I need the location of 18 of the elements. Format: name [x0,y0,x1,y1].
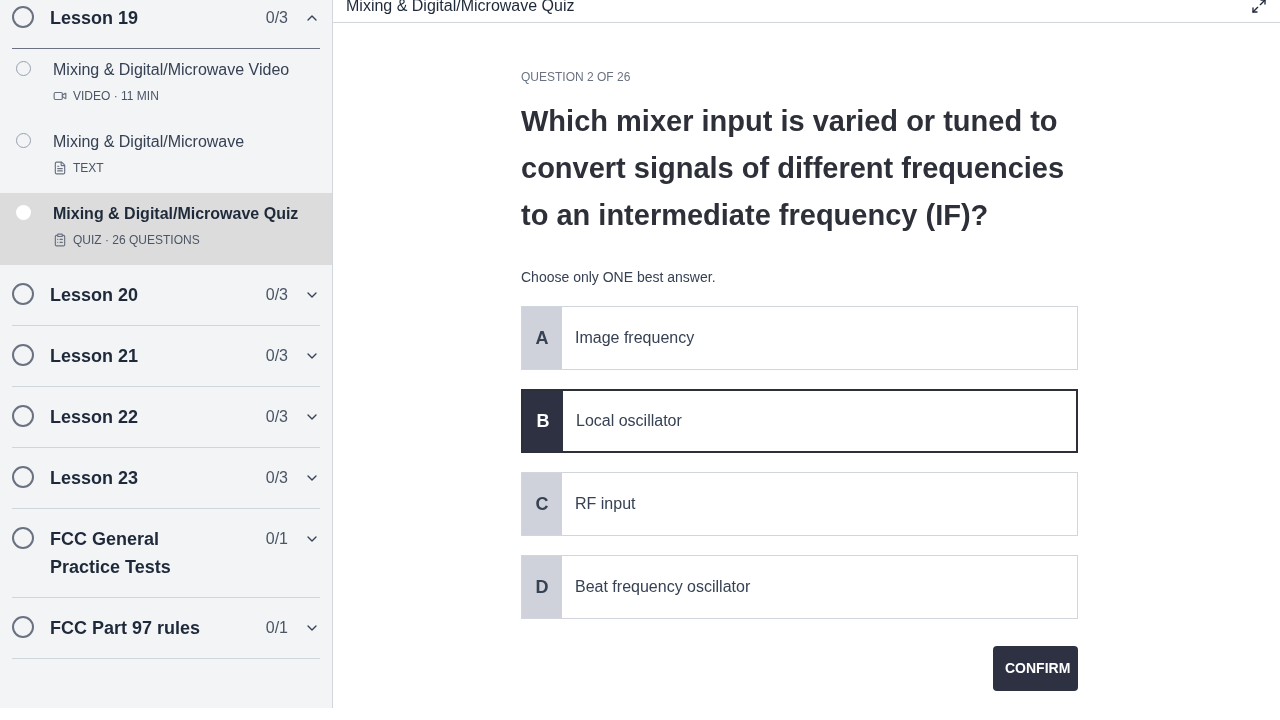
option-text: Image frequency [574,328,695,348]
item-meta: QUIZ · 26 QUESTIONS [73,232,200,249]
item-meta: VIDEO · 11 MIN [73,88,159,105]
question-text: Which mixer input is varied or tuned to convert signals of different frequencies to an intermediate frequency (IF)? [521,104,1066,233]
option-letter: A [522,307,562,369]
item-meta: TEXT [73,160,104,177]
question-counter: QUESTION 2 OF 26 [521,69,632,86]
option-text: Local oscillator [575,411,682,431]
instruction-text: Choose only ONE best answer. [521,268,717,287]
option-letter: B [523,391,563,451]
option-letter: C [522,473,562,535]
option-text: RF input [574,494,636,514]
item-title: Mixing & Digital/Microwave Quiz [53,204,300,224]
option-letter: D [522,556,562,618]
item-title: Mixing & Digital/Microwave [53,132,246,152]
header-title: Mixing & Digital/Microwave Quiz [346,0,575,16]
option-text: Beat frequency oscillator [574,577,751,597]
item-title: Mixing & Digital/Microwave Video [53,60,291,80]
